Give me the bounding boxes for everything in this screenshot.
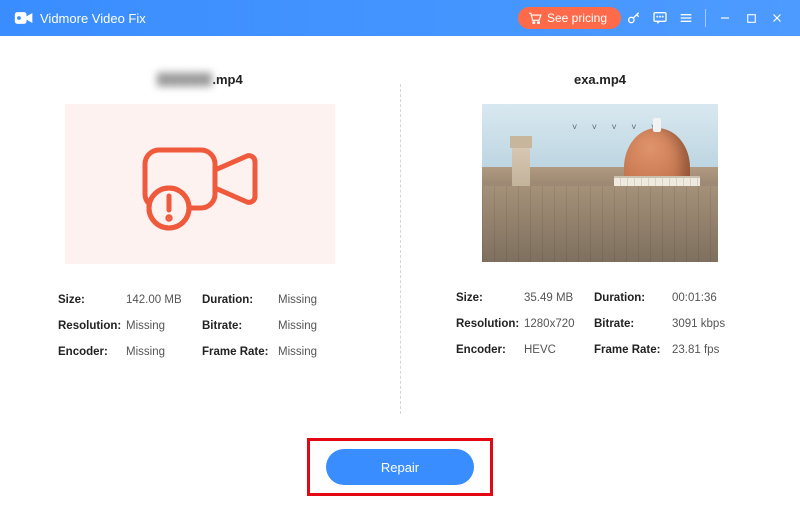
- label-resolution: Resolution:: [456, 318, 524, 330]
- value-framerate: Missing: [278, 346, 348, 358]
- app-logo-icon: [14, 10, 34, 26]
- compare-panel: ▇▇▇▇▇.mp4 Size: 142.00 MB Duration: Miss…: [0, 36, 800, 432]
- broken-video-icon: [135, 134, 265, 234]
- broken-filename-ext: .mp4: [212, 72, 242, 87]
- repair-button-label: Repair: [381, 460, 419, 475]
- value-encoder: Missing: [126, 346, 202, 358]
- sample-metadata: Size: 35.49 MB Duration: 00:01:36 Resolu…: [456, 292, 744, 356]
- value-size: 142.00 MB: [126, 294, 202, 306]
- repair-button[interactable]: Repair: [326, 449, 474, 485]
- see-pricing-label: See pricing: [547, 11, 607, 25]
- label-duration: Duration:: [594, 292, 672, 304]
- key-icon[interactable]: [621, 4, 647, 32]
- app-title: Vidmore Video Fix: [40, 11, 146, 26]
- broken-thumbnail: [65, 104, 335, 264]
- broken-filename: ▇▇▇▇▇.mp4: [157, 70, 242, 88]
- footer: Repair: [0, 432, 800, 496]
- app-logo: Vidmore Video Fix: [14, 10, 146, 26]
- value-bitrate: 3091 kbps: [672, 318, 744, 330]
- label-resolution: Resolution:: [58, 320, 126, 332]
- broken-column: ▇▇▇▇▇.mp4 Size: 142.00 MB Duration: Miss…: [0, 70, 400, 432]
- label-size: Size:: [58, 294, 126, 306]
- cart-icon: [528, 12, 542, 24]
- label-framerate: Frame Rate:: [594, 344, 672, 356]
- label-framerate: Frame Rate:: [202, 346, 278, 358]
- label-encoder: Encoder:: [58, 346, 126, 358]
- sample-column: exa.mp4 ˅ ˅ ˅ ˅ ˅ Size: 35.49 MB Duratio…: [400, 70, 800, 432]
- minimize-button[interactable]: [712, 4, 738, 32]
- maximize-button[interactable]: [738, 4, 764, 32]
- value-resolution: Missing: [126, 320, 202, 332]
- repair-highlight-box: Repair: [307, 438, 493, 496]
- menu-icon[interactable]: [673, 4, 699, 32]
- label-encoder: Encoder:: [456, 344, 524, 356]
- value-size: 35.49 MB: [524, 292, 594, 304]
- label-bitrate: Bitrate:: [202, 320, 278, 332]
- titlebar-divider: [705, 9, 706, 27]
- value-bitrate: Missing: [278, 320, 348, 332]
- label-duration: Duration:: [202, 294, 278, 306]
- label-size: Size:: [456, 292, 524, 304]
- titlebar: Vidmore Video Fix See pricing: [0, 0, 800, 36]
- value-framerate: 23.81 fps: [672, 344, 744, 356]
- sample-thumbnail: ˅ ˅ ˅ ˅ ˅: [482, 104, 718, 262]
- sample-filename: exa.mp4: [574, 70, 626, 88]
- label-bitrate: Bitrate:: [594, 318, 672, 330]
- feedback-icon[interactable]: [647, 4, 673, 32]
- value-encoder: HEVC: [524, 344, 594, 356]
- broken-filename-obscured: ▇▇▇▇▇: [157, 71, 212, 87]
- vertical-divider: [400, 84, 401, 414]
- value-resolution: 1280x720: [524, 318, 594, 330]
- see-pricing-button[interactable]: See pricing: [518, 7, 621, 29]
- value-duration: 00:01:36: [672, 292, 744, 304]
- close-button[interactable]: [764, 4, 790, 32]
- broken-metadata: Size: 142.00 MB Duration: Missing Resolu…: [58, 294, 348, 358]
- value-duration: Missing: [278, 294, 348, 306]
